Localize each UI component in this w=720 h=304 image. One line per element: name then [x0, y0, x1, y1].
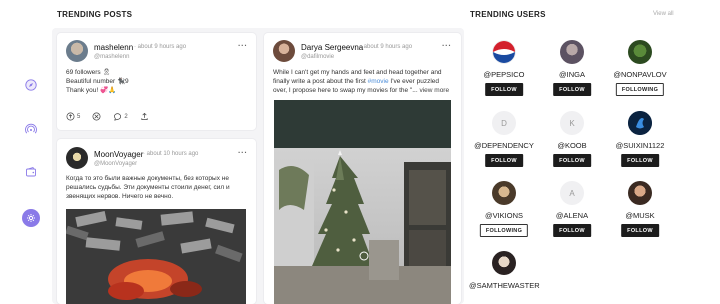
avatar[interactable]: [628, 111, 652, 135]
follow-button[interactable]: FOLLOW: [621, 224, 659, 237]
avatar[interactable]: [66, 40, 88, 62]
avatar[interactable]: [66, 147, 88, 169]
like-icon: [66, 112, 75, 121]
settings-icon[interactable]: [22, 209, 40, 227]
user-card: K @KOOB FOLLOW: [537, 111, 607, 181]
avatar[interactable]: A: [560, 181, 584, 205]
follow-button[interactable]: FOLLOW: [621, 154, 659, 167]
user-card: @SUIXIN1122 FOLLOW: [605, 111, 675, 181]
broadcast-icon[interactable]: [24, 122, 38, 136]
post-author-handle[interactable]: @dafilmovie: [301, 54, 334, 60]
user-card: A @ALENA FOLLOW: [537, 181, 607, 251]
view-all-link[interactable]: View all: [653, 11, 674, 17]
avatar[interactable]: [492, 181, 516, 205]
more-options-icon[interactable]: ···: [238, 148, 248, 157]
like-count: 5: [77, 113, 81, 120]
post-card[interactable]: Darya Sergeevna · about 9 hours ago @daf…: [264, 33, 461, 304]
repost-button[interactable]: [92, 112, 101, 121]
nav-rail: [0, 0, 56, 304]
follow-button[interactable]: FOLLOW: [553, 83, 591, 96]
user-handle[interactable]: @VIKIONS: [469, 211, 539, 220]
post-text: While I can't get my hands and feet and …: [273, 69, 450, 94]
user-card: @MUSK FOLLOW: [605, 181, 675, 251]
post-card[interactable]: mashelenn · about 9 hours ago @mashelenn…: [57, 33, 256, 130]
post-card[interactable]: MoonVoyager · about 10 hours ago @MoonVo…: [57, 139, 256, 304]
user-card: D @DEPENDENCY FOLLOW: [469, 111, 539, 181]
post-text: 69 followers 🎗 Beautiful number 🐈‍⬛9 Tha…: [66, 69, 129, 94]
user-card: @INGA FOLLOW: [537, 40, 607, 110]
view-more-link[interactable]: view more: [419, 87, 449, 94]
user-card: @SAMTHEWASTER: [469, 251, 540, 304]
user-handle[interactable]: @DEPENDENCY: [469, 141, 539, 150]
comment-button[interactable]: 2: [113, 112, 128, 121]
post-author-name[interactable]: MoonVoyager: [94, 150, 143, 159]
repost-icon: [92, 112, 101, 121]
post-author-handle[interactable]: @MoonVoyager: [94, 161, 137, 167]
user-card: @PEPSICO FOLLOW: [469, 40, 539, 110]
user-handle[interactable]: @SUIXIN1122: [605, 141, 675, 150]
user-handle[interactable]: @PEPSICO: [469, 70, 539, 79]
user-handle[interactable]: @INGA: [537, 70, 607, 79]
hashtag-link[interactable]: #movie: [368, 78, 389, 85]
follow-button[interactable]: FOLLOW: [553, 154, 591, 167]
share-icon: [141, 112, 148, 121]
avatar[interactable]: [492, 40, 516, 64]
comment-count: 2: [124, 113, 128, 120]
avatar[interactable]: [628, 40, 652, 64]
trending-posts-title: TRENDING POSTS: [57, 10, 133, 19]
post-actions: 5 2: [66, 112, 149, 121]
avatar[interactable]: K: [560, 111, 584, 135]
avatar[interactable]: D: [492, 111, 516, 135]
follow-button[interactable]: FOLLOW: [485, 83, 523, 96]
trending-users-title: TRENDING USERS: [470, 10, 546, 19]
user-handle[interactable]: @ALENA: [537, 211, 607, 220]
user-card: @VIKIONS FOLLOWING: [469, 181, 539, 251]
post-author-name[interactable]: Darya Sergeevna: [301, 43, 363, 52]
avatar[interactable]: [628, 181, 652, 205]
user-handle[interactable]: @KOOB: [537, 141, 607, 150]
user-handle[interactable]: @NONPAVLOV: [605, 70, 675, 79]
user-handle[interactable]: @MUSK: [605, 211, 675, 220]
following-button[interactable]: FOLLOWING: [615, 83, 665, 96]
compass-icon[interactable]: [24, 78, 38, 92]
more-options-icon[interactable]: ···: [442, 41, 452, 50]
post-image[interactable]: [274, 100, 451, 304]
post-time: · about 9 hours ago: [134, 44, 187, 50]
more-options-icon[interactable]: ···: [238, 41, 248, 50]
following-button[interactable]: FOLLOWING: [479, 224, 529, 237]
avatar[interactable]: [273, 40, 295, 62]
post-image[interactable]: [66, 209, 246, 304]
avatar[interactable]: [492, 251, 516, 275]
follow-button[interactable]: FOLLOW: [485, 154, 523, 167]
user-handle[interactable]: @SAMTHEWASTER: [469, 281, 540, 290]
user-card: @NONPAVLOV FOLLOWING: [605, 40, 675, 110]
like-button[interactable]: 5: [66, 112, 80, 121]
app-root: TRENDING POSTS TRENDING USERS View all m…: [0, 0, 720, 304]
post-time: · about 9 hours ago: [360, 44, 413, 50]
post-author-handle[interactable]: @mashelenn: [94, 54, 129, 60]
post-text: Когда то это были важные документы, без …: [66, 175, 230, 200]
follow-button[interactable]: FOLLOW: [553, 224, 591, 237]
share-button[interactable]: [140, 112, 149, 121]
post-author-name[interactable]: mashelenn: [94, 43, 133, 52]
avatar[interactable]: [560, 40, 584, 64]
wallet-icon[interactable]: [24, 165, 38, 179]
post-time: · about 10 hours ago: [143, 151, 199, 157]
comment-icon: [114, 113, 122, 121]
